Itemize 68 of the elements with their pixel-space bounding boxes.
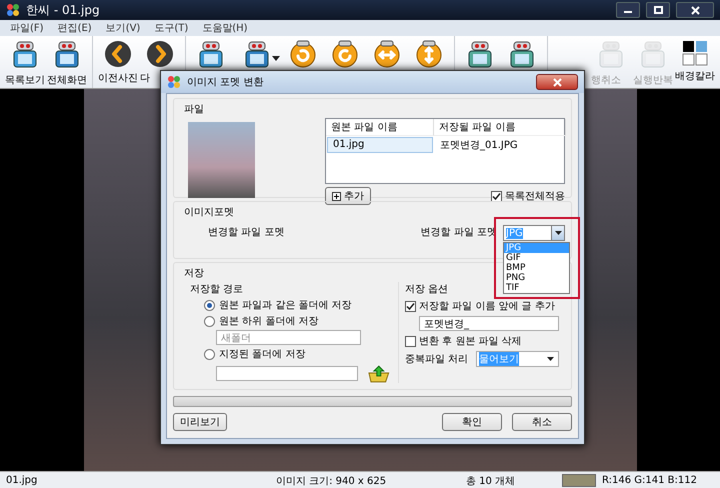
toolbar-button[interactable]: 목록보기 <box>4 36 46 88</box>
checkbox-label: 변환 후 원본 파일 삭제 <box>419 335 522 348</box>
add-button[interactable]: 추가 <box>325 187 371 205</box>
table-cell-text: 포멧변경_01.JPG <box>439 139 519 153</box>
dialog-title: 이미지 포멧 변환 <box>187 76 264 89</box>
toolbar-button[interactable]: 배경칼라 <box>674 36 716 88</box>
radio-label: 지정된 폴더에 저장 <box>219 348 306 361</box>
menu-item[interactable]: 도구(T) <box>154 21 188 35</box>
ok-button[interactable]: 확인 <box>442 413 502 431</box>
close-icon <box>690 6 700 14</box>
app-logo-icon <box>6 3 20 17</box>
preview-button[interactable]: 미리보기 <box>173 413 227 431</box>
menu-item[interactable]: 도움말(H) <box>202 21 248 35</box>
status-filename: 01.jpg <box>5 475 38 486</box>
maximize-icon <box>654 6 662 14</box>
group-title: 이미지포멧 <box>184 206 234 219</box>
checkbox[interactable] <box>405 336 416 346</box>
radio-button[interactable] <box>204 348 215 360</box>
app-logo-icon <box>167 75 181 89</box>
toolbar-button[interactable]: 이전사진 <box>97 36 139 88</box>
group-title: 저장 <box>184 267 204 280</box>
radio-label: 원본 파일과 같은 폴더에 저장 <box>219 299 352 312</box>
dropdown-option[interactable]: TIF <box>504 283 569 293</box>
cancel-button[interactable]: 취소 <box>512 413 572 431</box>
checkbox-label: 목록전체적용 <box>505 190 565 203</box>
right-chevron-icon <box>146 40 174 68</box>
palette-icon <box>682 40 708 66</box>
window-title: 한씨 - 01.jpg <box>26 2 101 18</box>
menu-item[interactable]: 파일(F) <box>10 21 44 35</box>
radio-label: 원본 하위 폴더에 저장 <box>219 315 319 328</box>
caret-icon <box>547 357 554 361</box>
maximize-button[interactable] <box>646 2 670 18</box>
dropdown-option[interactable]: BMP <box>504 263 569 273</box>
close-icon <box>552 78 562 86</box>
group-title: 저장할 경로 <box>190 283 244 296</box>
close-button[interactable] <box>536 74 578 90</box>
field-label: 변경할 파일 포멧 <box>208 226 286 239</box>
menu-item[interactable]: 보기(V) <box>106 21 140 35</box>
plus-icon <box>332 192 341 200</box>
folder-arrow-icon[interactable] <box>368 363 390 383</box>
folder-path-field[interactable] <box>216 366 358 380</box>
horizontal-arrows-icon <box>373 40 401 68</box>
dropdown-option[interactable]: GIF <box>504 253 569 263</box>
toolbar-button[interactable]: 전체화면 <box>46 36 88 88</box>
checkbox[interactable] <box>405 300 416 312</box>
table-cell[interactable]: 01.jpg <box>327 137 433 153</box>
status-image-size: 이미지 크기: 940 x 625 <box>274 474 388 488</box>
caret-icon <box>554 231 562 235</box>
status-rgb: R:146 G:141 B:112 <box>601 475 698 486</box>
checkbox-label: 저장할 파일 이름 앞에 글 추가 <box>419 300 555 313</box>
radio-button[interactable] <box>204 316 215 326</box>
group-title: 파일 <box>184 103 204 116</box>
field-label: 중복파일 처리 <box>405 353 468 366</box>
rotate-icon <box>289 40 317 68</box>
group-title: 저장 옵션 <box>405 283 448 296</box>
checkbox[interactable] <box>491 190 502 202</box>
minimize-button[interactable] <box>616 2 640 18</box>
column-header[interactable]: 원본 파일 이름 <box>326 119 434 136</box>
radio-button[interactable] <box>204 300 215 310</box>
status-count: 총 10 개체 <box>465 474 516 488</box>
close-button[interactable] <box>676 2 714 18</box>
column-header[interactable]: 저장될 파일 이름 <box>434 119 566 136</box>
prefix-field[interactable]: 포멧변경_ <box>419 316 559 331</box>
dropdown-option[interactable]: PNG <box>504 273 569 283</box>
left-chevron-icon <box>104 40 132 68</box>
rotate-icon <box>331 40 359 68</box>
vertical-arrows-icon <box>415 40 443 68</box>
menu-item[interactable]: 편집(E) <box>58 21 92 35</box>
